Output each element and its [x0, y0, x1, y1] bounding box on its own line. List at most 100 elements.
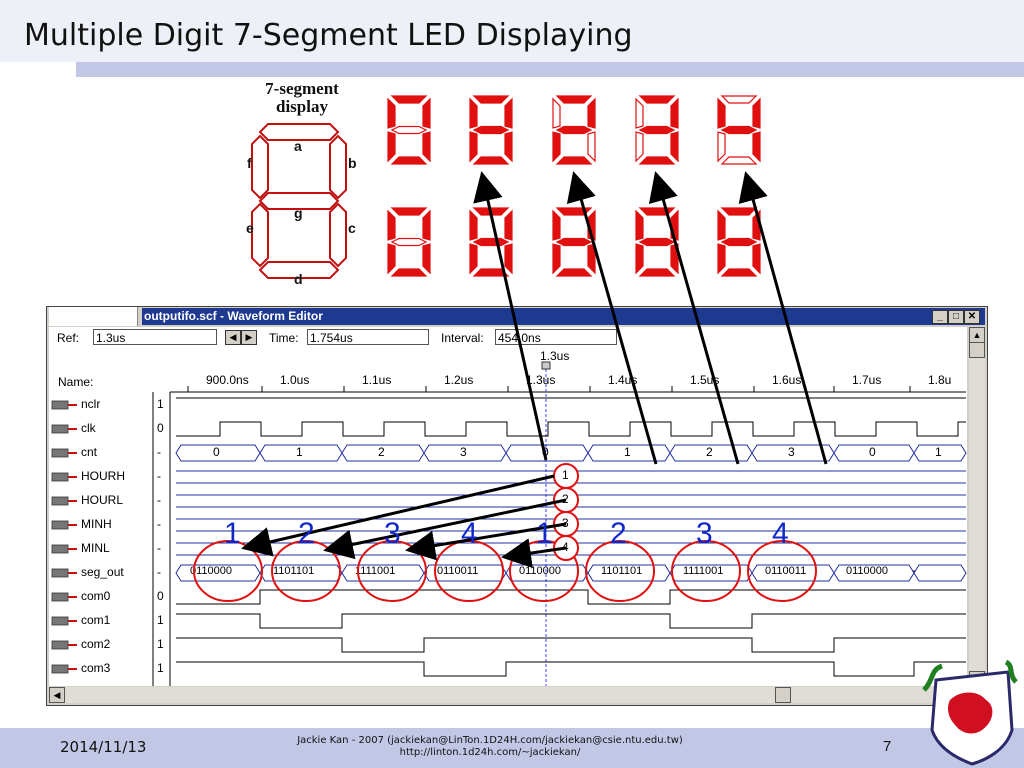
scroll-thumb-h[interactable] [775, 687, 791, 703]
digit-circle-label-3: 3 [562, 516, 569, 530]
led-bottom-digit-4-seg-g [638, 237, 676, 247]
close-button[interactable]: ✕ [964, 310, 980, 324]
cnt-value-1: 1 [296, 445, 303, 459]
cnt-value-4: 0 [542, 445, 549, 459]
seg-letter-d: d [294, 271, 303, 287]
ref-field[interactable]: 1.3us [93, 329, 217, 345]
led-bottom-digit-1-seg-b [422, 209, 431, 241]
cnt-value-3: 3 [460, 445, 467, 459]
slide-title: Multiple Digit 7-Segment LED Displaying [24, 18, 633, 53]
seg-letter-e: e [246, 220, 254, 236]
led-top-digit-4-seg-e [635, 131, 644, 163]
time-field[interactable]: 1.754us [307, 329, 429, 345]
led-top-digit-5-seg-a [720, 95, 758, 104]
window-tab[interactable] [49, 307, 138, 326]
led-bottom-digit-3 [552, 207, 596, 277]
seg-letter-a: a [294, 138, 302, 154]
interval-field[interactable]: 454.0ns [495, 329, 617, 345]
segment-f [251, 134, 269, 200]
time-tick-label-2: 1.1us [362, 373, 392, 387]
led-top-digit-3-seg-c [587, 131, 596, 163]
led-bottom-digit-3-seg-e [552, 243, 561, 275]
led-top-digit-5-seg-d [720, 156, 758, 165]
name-header: Name: [58, 375, 94, 389]
signal-name-com3: com3 [81, 661, 111, 675]
led-top-digit-2-seg-b [504, 97, 513, 129]
footer-credit-line1: Jackie Kan - 2007 (jackiekan@LinTon.1D24… [297, 735, 683, 746]
led-bottom-digit-1-seg-a [390, 207, 428, 216]
led-bottom-digit-5-seg-e [717, 243, 726, 275]
led-bottom-digit-3-seg-a [555, 207, 593, 216]
horizontal-scrollbar[interactable]: ◀ ▶ [49, 687, 969, 703]
led-bottom-digit-3-seg-g [555, 237, 593, 247]
sequence-number-3: 4 [461, 517, 478, 550]
window-title: outputifo.scf - Waveform Editor [144, 309, 323, 323]
led-bottom-digit-3-seg-c [587, 243, 596, 275]
time-tick-label-9: 1.8u [928, 373, 952, 387]
led-top-digit-2 [469, 95, 513, 165]
signal-name-com0: com0 [81, 589, 111, 603]
led-bottom-digit-2-seg-g [472, 237, 510, 247]
signal-value-seg_out: - [157, 565, 161, 579]
vertical-scrollbar[interactable]: ▲ ▼ [969, 327, 985, 687]
cnt-value-2: 2 [378, 445, 385, 459]
led-top-digit-4 [635, 95, 679, 165]
led-top-digit-2-seg-a [472, 95, 510, 104]
time-tick-label-6: 1.5us [690, 373, 720, 387]
seven-seg-label-line2: display [276, 97, 328, 116]
time-tick-label-7: 1.6us [772, 373, 802, 387]
led-bottom-digit-3-seg-f [552, 209, 561, 241]
university-emblem-icon [922, 660, 1018, 766]
ref-label: Ref: [57, 331, 80, 345]
signal-name-clk: clk [81, 421, 96, 435]
interval-label: Interval: [441, 331, 484, 345]
seg-out-value-3: 0110011 [437, 565, 479, 577]
led-bottom-digit-4-seg-c [670, 243, 679, 275]
signal-value-com2: 1 [157, 637, 164, 651]
led-top-digit-5-seg-b [752, 97, 761, 129]
scroll-thumb-v[interactable] [969, 342, 985, 358]
led-bottom-digit-2-seg-d [472, 268, 510, 277]
led-bottom-digit-1-seg-g [390, 237, 428, 247]
led-top-digit-3-seg-b [587, 97, 596, 129]
prev-transition-button[interactable]: ◀ [225, 330, 241, 345]
maximize-button[interactable]: □ [948, 310, 964, 324]
waveform-area[interactable] [49, 349, 967, 686]
seg-out-value-4: 0110000 [519, 565, 562, 577]
led-top-digit-2-seg-d [472, 156, 510, 165]
sequence-number-7: 4 [772, 517, 789, 550]
cnt-value-8: 0 [869, 445, 876, 459]
led-top-digit-1-seg-b [422, 97, 431, 129]
signal-name-HOURH: HOURH [81, 469, 125, 483]
led-bottom-digit-4-seg-a [638, 207, 676, 216]
led-top-digit-3-seg-a [555, 95, 593, 104]
cnt-value-5: 1 [624, 445, 631, 459]
signal-value-HOURL: - [157, 493, 161, 507]
minimize-button[interactable]: _ [932, 310, 948, 324]
scroll-left-button[interactable]: ◀ [49, 687, 65, 703]
signal-value-clk: 0 [157, 421, 164, 435]
seg-letter-c: c [348, 220, 356, 236]
next-transition-button[interactable]: ▶ [241, 330, 257, 345]
led-top-digit-3-seg-g [555, 125, 593, 135]
cnt-value-9: 1 [935, 445, 942, 459]
time-tick-label-5: 1.4us [608, 373, 638, 387]
window-titlebar[interactable]: outputifo.scf - Waveform Editor _ □ ✕ [142, 308, 985, 325]
signal-name-com2: com2 [81, 637, 111, 651]
led-top-digit-1-seg-a [390, 95, 428, 104]
signal-name-nclr: nclr [81, 397, 101, 411]
signal-name-seg_out: seg_out [81, 565, 124, 579]
signal-value-HOURH: - [157, 469, 161, 483]
seg-out-value-2: 1111001 [355, 565, 396, 577]
seg-letter-b: b [348, 155, 357, 171]
led-top-digit-2-seg-e [469, 131, 478, 163]
seven-seg-label-line1: 7-segment [265, 79, 339, 98]
signal-name-MINL: MINL [81, 541, 110, 555]
seg-out-value-8: 0110000 [846, 565, 889, 577]
signal-name-com1: com1 [81, 613, 111, 627]
scroll-up-button[interactable]: ▲ [969, 327, 985, 343]
led-top-digit-4-seg-c [670, 131, 679, 163]
led-bottom-digit-4-seg-f [635, 209, 644, 241]
seven-seg-label: 7-segment display [252, 80, 352, 116]
led-bottom-digit-5-seg-f [717, 209, 726, 241]
